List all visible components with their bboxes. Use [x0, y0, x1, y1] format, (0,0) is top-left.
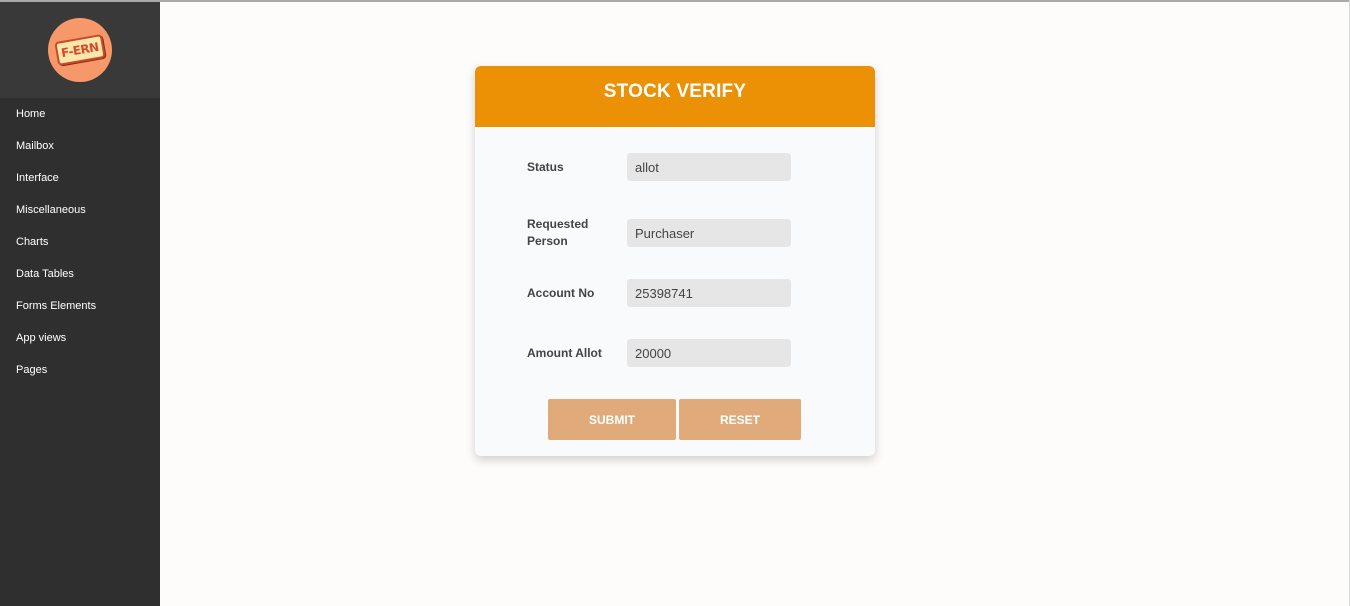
submit-button[interactable]: SUBMIT: [548, 399, 676, 440]
sidebar-nav: Home Mailbox Interface Miscellaneous Cha…: [0, 98, 160, 386]
amount-allot-label: Amount Allot: [527, 345, 602, 360]
amount-allot-input[interactable]: [627, 339, 791, 367]
brand-logo[interactable]: F-ERN: [48, 18, 112, 82]
status-label: Status: [527, 159, 564, 174]
logo-area: F-ERN: [0, 2, 160, 98]
sidebar-item-home[interactable]: Home: [0, 98, 160, 130]
sidebar-item-pages[interactable]: Pages: [0, 354, 160, 386]
sidebar-item-data-tables[interactable]: Data Tables: [0, 258, 160, 290]
top-border: [0, 0, 1350, 2]
sidebar-item-mailbox[interactable]: Mailbox: [0, 130, 160, 162]
amount-allot-row: Amount Allot: [527, 339, 827, 367]
stock-verify-card: STOCK VERIFY Status Requested Person Acc…: [475, 66, 875, 456]
card-header: STOCK VERIFY: [475, 66, 875, 127]
requested-person-row: Requested Person: [527, 216, 827, 250]
card-title: STOCK VERIFY: [603, 80, 747, 102]
requested-person-label: Requested Person: [527, 217, 589, 248]
logo-badge: F-ERN: [54, 34, 106, 66]
account-no-input[interactable]: [627, 279, 791, 307]
account-no-row: Account No: [527, 279, 827, 307]
sidebar: F-ERN Home Mailbox Interface Miscellaneo…: [0, 2, 160, 606]
sidebar-item-miscellaneous[interactable]: Miscellaneous: [0, 194, 160, 226]
logo-text: F-ERN: [60, 39, 100, 61]
sidebar-item-interface[interactable]: Interface: [0, 162, 160, 194]
requested-person-input[interactable]: [627, 219, 791, 247]
status-row: Status: [527, 153, 827, 181]
sidebar-item-charts[interactable]: Charts: [0, 226, 160, 258]
sidebar-item-app-views[interactable]: App views: [0, 322, 160, 354]
status-input[interactable]: [627, 153, 791, 181]
sidebar-item-forms-elements[interactable]: Forms Elements: [0, 290, 160, 322]
account-no-label: Account No: [527, 285, 595, 300]
reset-button[interactable]: RESET: [679, 399, 801, 440]
